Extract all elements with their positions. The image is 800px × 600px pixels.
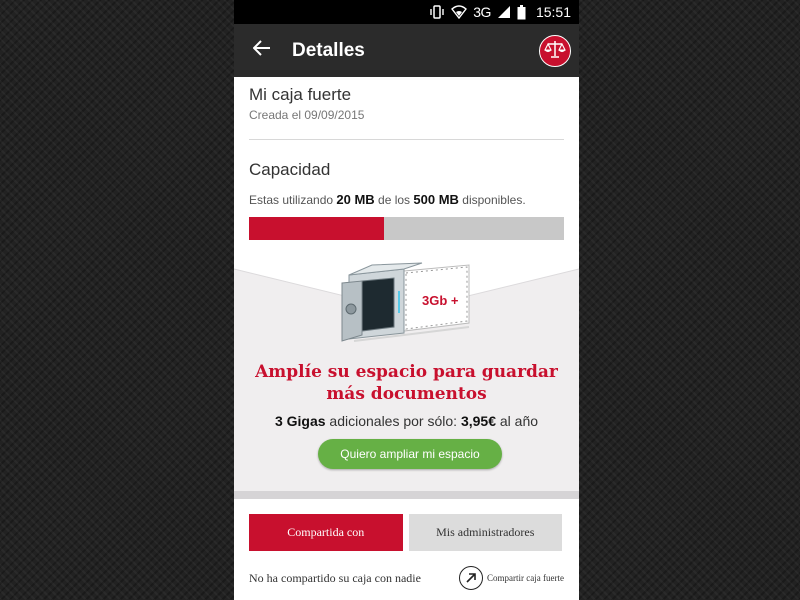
promo-amount: 3 Gigas (274, 413, 326, 429)
battery-icon (517, 4, 526, 20)
divider (249, 139, 564, 140)
promo-badge: 3Gb + (422, 293, 459, 308)
wifi-icon (451, 5, 468, 19)
vibrate-icon (429, 5, 445, 19)
safe-name: Mi caja fuerte (249, 85, 352, 104)
arrow-left-icon (252, 40, 271, 61)
promo-offer-suffix: al año (499, 413, 539, 429)
promo-title: Amplíe su espacio para guardar más docum… (234, 361, 579, 405)
arrow-up-right-icon (459, 566, 484, 590)
scales-of-justice-icon (544, 39, 566, 64)
network-type: 3G (473, 4, 491, 20)
safe-info: Mi caja fuerte Creada el 09/09/2015 (234, 77, 579, 122)
capacity-title: Capacidad (249, 160, 331, 179)
upgrade-promo: 3Gb + Amplíe su espacio para guardar más… (234, 261, 579, 491)
tab-my-administrators[interactable]: Mis administradores (408, 514, 562, 551)
section-separator (234, 491, 579, 499)
capacity-progress-fill (249, 217, 385, 240)
promo-title-line2: más documentos (326, 384, 487, 404)
tab-shared-with[interactable]: Compartida con (249, 514, 403, 551)
capacity-prefix: Estas utilizando (249, 193, 334, 207)
promo-title-line1: Amplíe su espacio para guardar (255, 362, 558, 382)
expand-space-button[interactable]: Quiero ampliar mi espacio (318, 439, 502, 469)
safe-box-illustration: 3Gb + (341, 262, 470, 342)
details-content: Mi caja fuerte Creada el 09/09/2015 Capa… (234, 77, 579, 600)
signal-icon (497, 5, 511, 19)
not-shared-message: No ha compartido su caja con nadie (249, 570, 421, 585)
share-safe-label: Compartir caja fuerte (487, 573, 564, 583)
promo-offer-middle: adicionales por sólo: (329, 413, 458, 429)
back-button[interactable] (234, 24, 290, 77)
safe-created-date: Creada el 09/09/2015 (249, 108, 365, 122)
share-safe-button[interactable]: Compartir caja fuerte (459, 566, 564, 590)
capacity-progress-bar (249, 217, 564, 240)
brand-logo (539, 35, 571, 67)
share-row: No ha compartido su caja con nadie Compa… (249, 565, 564, 591)
capacity-suffix: disponibles. (462, 193, 526, 207)
app-bar: Detalles (234, 24, 579, 77)
clock: 15:51 (535, 4, 571, 20)
capacity-total: 500 MB (413, 192, 459, 207)
page-title: Detalles (292, 39, 365, 61)
capacity-text: Estas utilizando 20 MB de los 500 MB dis… (249, 192, 564, 207)
promo-price: 3,95€ (460, 413, 496, 429)
capacity-used: 20 MB (336, 192, 375, 207)
capacity-middle: de los (378, 193, 411, 207)
status-bar: 3G 15:51 (234, 0, 579, 24)
phone-screen: 3G 15:51 Detalles Mi caja fuerte Creada … (234, 0, 579, 600)
sharing-tabs: Compartida con Mis administradores (249, 514, 562, 551)
promo-offer: 3 Gigas adicionales por sólo: 3,95€ al a… (234, 413, 579, 429)
